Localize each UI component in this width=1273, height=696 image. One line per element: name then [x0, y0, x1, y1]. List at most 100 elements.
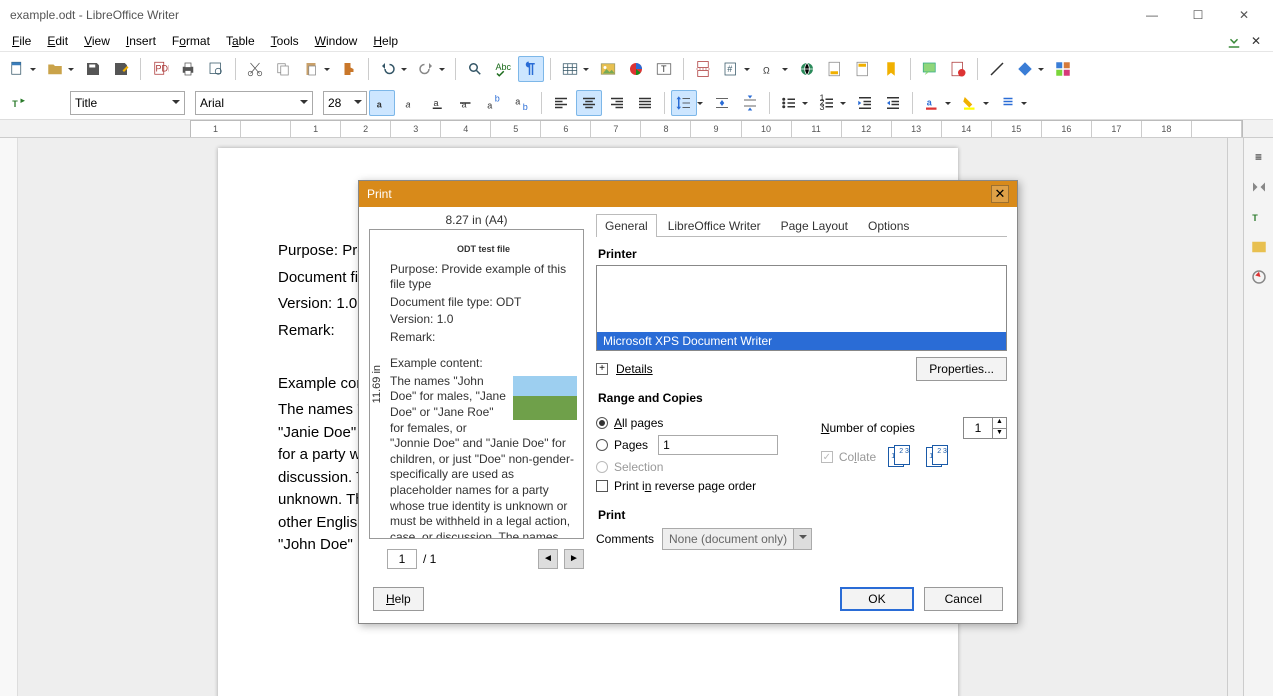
bullet-list-button[interactable]	[776, 90, 802, 116]
dialog-titlebar[interactable]: Print ✕	[359, 181, 1017, 207]
menu-file[interactable]: File	[4, 32, 39, 50]
styles-sidebar-button[interactable]: T	[6, 90, 32, 116]
details-expander[interactable]: +	[596, 363, 608, 375]
vertical-ruler[interactable]	[0, 138, 18, 696]
radio-all-pages[interactable]: All pages	[596, 416, 801, 430]
save-button[interactable]	[80, 56, 106, 82]
help-button[interactable]: Help	[373, 587, 424, 611]
sidebar-menu-icon[interactable]: ≡	[1248, 146, 1270, 168]
insert-comment-button[interactable]	[917, 56, 943, 82]
insert-chart-button[interactable]	[623, 56, 649, 82]
align-center-button[interactable]	[576, 90, 602, 116]
bold-button[interactable]: a	[369, 90, 395, 116]
formatting-marks-button[interactable]	[518, 56, 544, 82]
strikethrough-button[interactable]: a	[453, 90, 479, 116]
superscript-button[interactable]: ab	[481, 90, 507, 116]
save-as-button[interactable]	[108, 56, 134, 82]
spacing-decrease-button[interactable]	[737, 90, 763, 116]
bookmark-button[interactable]	[878, 56, 904, 82]
hyperlink-button[interactable]	[794, 56, 820, 82]
spacing-increase-button[interactable]	[709, 90, 735, 116]
sidebar-gallery-icon[interactable]	[1248, 236, 1270, 258]
endnote-button[interactable]	[850, 56, 876, 82]
numbered-list-button[interactable]: 123	[814, 90, 840, 116]
printer-selected[interactable]: Microsoft XPS Document Writer	[597, 332, 1006, 350]
sidebar-properties-icon[interactable]	[1248, 176, 1270, 198]
tab-writer[interactable]: LibreOffice Writer	[659, 214, 770, 237]
paste-button[interactable]	[298, 56, 324, 82]
details-label[interactable]: Details	[616, 362, 653, 376]
window-maximize-button[interactable]: ☐	[1175, 0, 1221, 30]
window-minimize-button[interactable]: —	[1129, 0, 1175, 30]
line-spacing-button[interactable]	[671, 90, 697, 116]
tab-layout[interactable]: Page Layout	[772, 214, 857, 237]
copies-spinner[interactable]: ▲▼	[963, 417, 1007, 439]
highlight-color-button[interactable]	[957, 90, 983, 116]
open-button[interactable]	[42, 56, 68, 82]
export-pdf-button[interactable]: PDF	[147, 56, 173, 82]
insert-field-button[interactable]: #	[718, 56, 744, 82]
menu-insert[interactable]: Insert	[118, 32, 164, 50]
spellcheck-button[interactable]: Abc	[490, 56, 516, 82]
download-update-icon[interactable]	[1225, 32, 1243, 50]
tab-general[interactable]: General	[596, 214, 657, 237]
vertical-scrollbar[interactable]	[1227, 138, 1243, 696]
tab-options[interactable]: Options	[859, 214, 918, 237]
insert-textbox-button[interactable]: T	[651, 56, 677, 82]
menu-tools[interactable]: Tools	[263, 32, 307, 50]
horizontal-ruler[interactable]: 1 12 34 56 78 910 1112 1314 1516 1718	[190, 120, 1243, 138]
subscript-button[interactable]: ab	[509, 90, 535, 116]
preview-page-input[interactable]: 1	[387, 549, 417, 569]
underline-button[interactable]: a	[425, 90, 451, 116]
draw-functions-button[interactable]	[1050, 56, 1076, 82]
special-character-button[interactable]: Ω	[756, 56, 782, 82]
print-button[interactable]	[175, 56, 201, 82]
insert-line-button[interactable]	[984, 56, 1010, 82]
print-preview-button[interactable]	[203, 56, 229, 82]
paragraph-spacing-button[interactable]	[995, 90, 1021, 116]
preview-prev-button[interactable]: ◄	[538, 549, 558, 569]
undo-button[interactable]	[375, 56, 401, 82]
menu-window[interactable]: Window	[307, 32, 366, 50]
check-reverse-order[interactable]: Print in reverse page order	[596, 479, 801, 493]
menu-view[interactable]: View	[76, 32, 118, 50]
indent-decrease-button[interactable]	[880, 90, 906, 116]
window-close-button[interactable]: ✕	[1221, 0, 1267, 30]
find-replace-button[interactable]	[462, 56, 488, 82]
sidebar-navigator-icon[interactable]	[1248, 266, 1270, 288]
paragraph-style-combo[interactable]: Title	[70, 91, 185, 115]
align-left-button[interactable]	[548, 90, 574, 116]
page-break-button[interactable]	[690, 56, 716, 82]
indent-increase-button[interactable]	[852, 90, 878, 116]
printer-listbox[interactable]: Microsoft XPS Document Writer	[596, 265, 1007, 351]
ok-button[interactable]: OK	[840, 587, 913, 611]
insert-table-button[interactable]	[557, 56, 583, 82]
menu-table[interactable]: Table	[218, 32, 263, 50]
printer-properties-button[interactable]: Properties...	[916, 357, 1007, 381]
font-size-combo[interactable]: 28	[323, 91, 367, 115]
basic-shapes-button[interactable]	[1012, 56, 1038, 82]
font-color-button[interactable]: a	[919, 90, 945, 116]
menu-format[interactable]: Format	[164, 32, 218, 50]
font-name-combo[interactable]: Arial	[195, 91, 313, 115]
preview-next-button[interactable]: ►	[564, 549, 584, 569]
close-document-icon[interactable]: ✕	[1247, 32, 1265, 50]
insert-image-button[interactable]	[595, 56, 621, 82]
align-right-button[interactable]	[604, 90, 630, 116]
clone-formatting-button[interactable]	[336, 56, 362, 82]
new-document-button[interactable]	[4, 56, 30, 82]
menu-edit[interactable]: Edit	[39, 32, 76, 50]
justify-button[interactable]	[632, 90, 658, 116]
footnote-button[interactable]	[822, 56, 848, 82]
sidebar-styles-icon[interactable]: T	[1248, 206, 1270, 228]
radio-pages[interactable]: Pages	[596, 435, 801, 455]
track-changes-button[interactable]	[945, 56, 971, 82]
copy-button[interactable]	[270, 56, 296, 82]
italic-button[interactable]: a	[397, 90, 423, 116]
cut-button[interactable]	[242, 56, 268, 82]
dialog-close-button[interactable]: ✕	[991, 185, 1009, 203]
redo-button[interactable]	[413, 56, 439, 82]
pages-input[interactable]	[658, 435, 778, 455]
cancel-button[interactable]: Cancel	[924, 587, 1003, 611]
menu-help[interactable]: Help	[365, 32, 406, 50]
